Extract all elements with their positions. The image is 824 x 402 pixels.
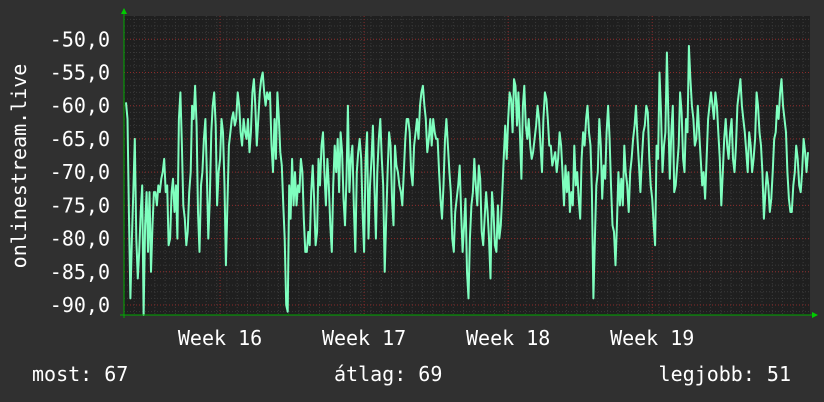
x-tick-label: Week 17 [322, 326, 406, 350]
y-tick-label: -80,0 [50, 227, 110, 251]
x-tick-label: Week 18 [466, 326, 550, 350]
stat-current: most: 67 [32, 362, 129, 386]
y-axis-label: onlinestream.live [7, 64, 31, 269]
y-tick-label: -85,0 [50, 260, 110, 284]
x-tick-label: Week 16 [178, 326, 262, 350]
y-tick-label: -65,0 [50, 127, 110, 151]
stat-best: legjobb: 51 [658, 362, 791, 386]
y-tick-label: -60,0 [50, 94, 110, 118]
x-axis-ticks: Week 16 Week 17 Week 18 Week 19 [178, 326, 694, 350]
y-tick-label: -90,0 [50, 293, 110, 317]
y-axis-arrow-icon [121, 8, 127, 14]
y-tick-label: -75,0 [50, 193, 110, 217]
y-tick-label: -55,0 [50, 60, 110, 84]
y-axis-ticks: -50,0 -55,0 -60,0 -65,0 -70,0 -75,0 -80,0 -85,0… [50, 27, 110, 317]
chart: -50,0 -55,0 -60,0 -65,0 -70,0 -75,0 -80,0 -85,0… [7, 8, 818, 350]
x-tick-label: Week 19 [610, 326, 694, 350]
y-tick-label: -70,0 [50, 160, 110, 184]
stat-average: átlag: 69 [334, 362, 443, 386]
y-tick-label: -50,0 [50, 27, 110, 51]
x-axis-arrow-icon [812, 312, 818, 318]
